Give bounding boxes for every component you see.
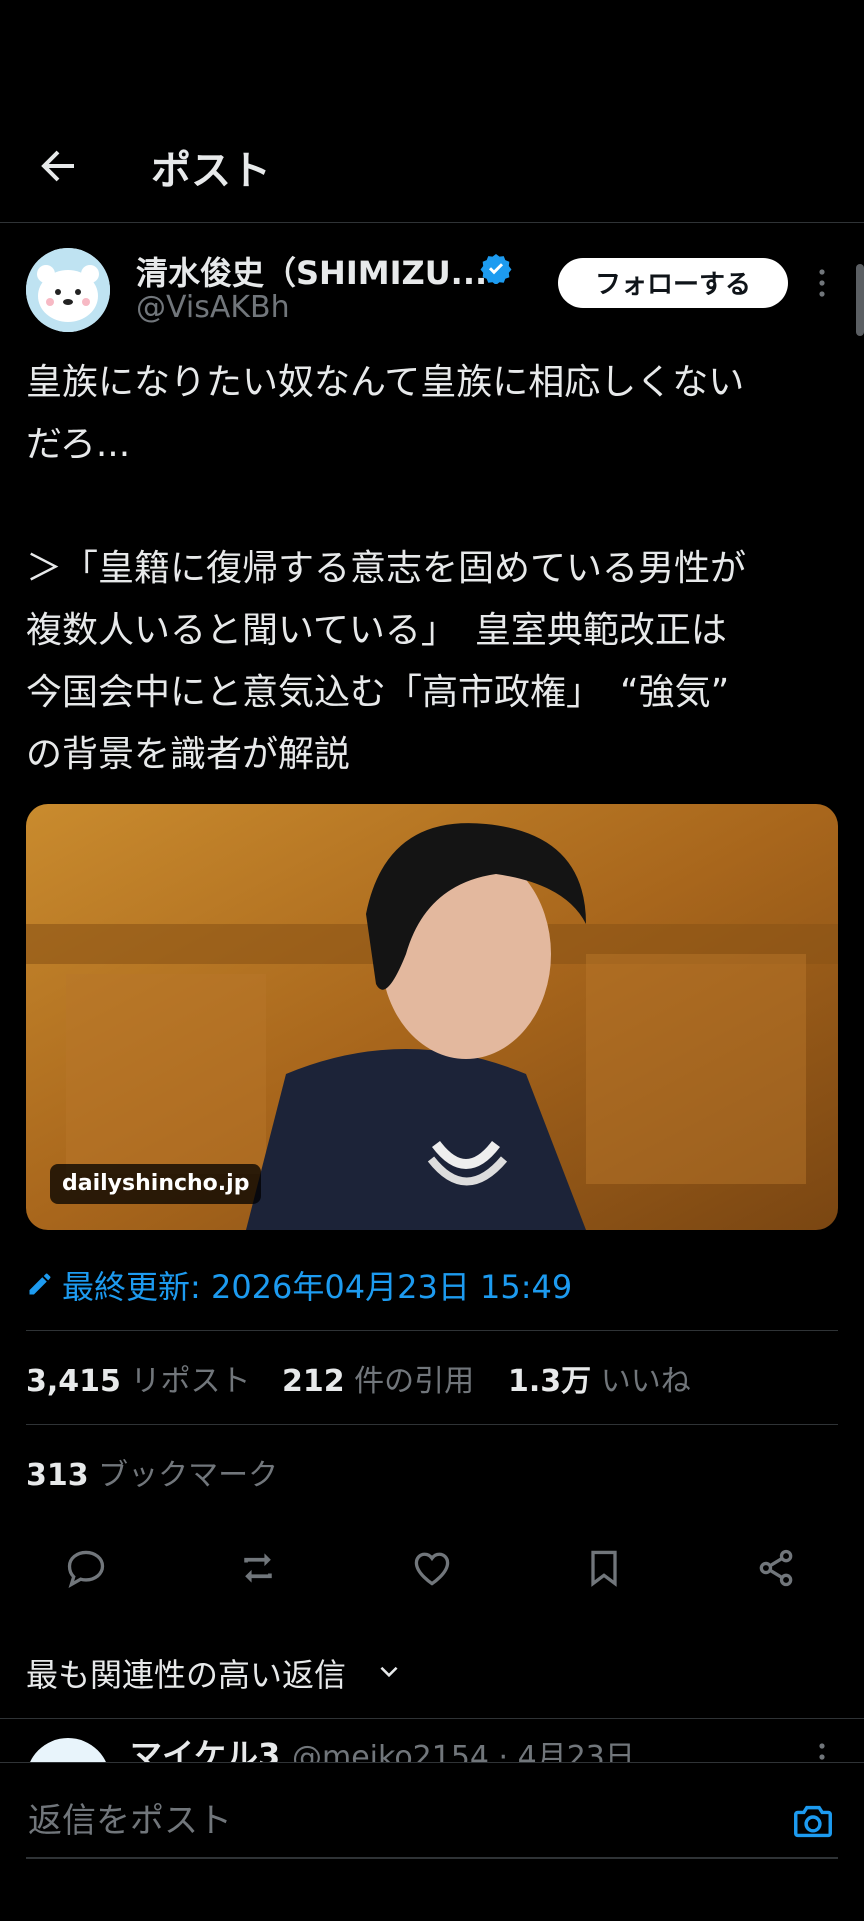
- divider: [0, 1718, 864, 1719]
- divider: [26, 1857, 838, 1859]
- repost-label: リポスト: [130, 1364, 251, 1399]
- reply-avatar[interactable]: [26, 1738, 110, 1762]
- quote-stat[interactable]: 212 件の引用: [282, 1356, 474, 1400]
- reply-compose-bar: [0, 1762, 864, 1921]
- author-handle[interactable]: @VisAKBh: [136, 290, 290, 325]
- quote-count: 212: [282, 1364, 345, 1399]
- arrow-left-icon[interactable]: [34, 142, 82, 190]
- reply-preview[interactable]: マイケル3 @meiko2154 · 4月23日: [0, 1720, 864, 1762]
- reply-input[interactable]: [26, 1801, 750, 1842]
- reply-icon[interactable]: [64, 1546, 108, 1590]
- reply-author-name[interactable]: マイケル3: [130, 1730, 280, 1762]
- verified-badge-icon: [480, 254, 512, 284]
- scrollbar[interactable]: [856, 264, 864, 336]
- edit-icon: [29, 1273, 51, 1295]
- like-icon[interactable]: [410, 1546, 454, 1590]
- camera-icon[interactable]: [790, 1799, 836, 1845]
- quote-label: 件の引用: [354, 1364, 475, 1399]
- last-updated[interactable]: 最終更新: 2026年04月23日 15:49: [62, 1262, 572, 1308]
- divider: [26, 1424, 838, 1425]
- bookmark-label: ブックマーク: [98, 1458, 279, 1493]
- share-icon[interactable]: [754, 1546, 798, 1590]
- bookmark-icon[interactable]: [582, 1546, 626, 1590]
- page-title: ポスト: [151, 148, 271, 194]
- avatar[interactable]: [26, 248, 110, 332]
- avatar-image: [26, 248, 110, 332]
- like-count: 1.3万: [508, 1364, 592, 1399]
- tweet-text: 皇族になりたい奴なんて皇族に相応しくない だろ... ＞「皇籍に復帰する意志を固…: [26, 362, 747, 775]
- repost-icon[interactable]: [236, 1546, 280, 1590]
- reply-meta: @meiko2154 · 4月23日: [292, 1740, 635, 1762]
- bookmark-count: 313: [26, 1458, 89, 1493]
- tweet-image[interactable]: dailyshincho.jp: [26, 804, 838, 1230]
- repost-stat[interactable]: 3,415 リポスト: [26, 1356, 250, 1400]
- like-label: いいね: [600, 1364, 691, 1399]
- link-source-label: dailyshincho.jp: [50, 1164, 262, 1204]
- bookmark-stat[interactable]: 313 ブックマーク: [26, 1450, 278, 1494]
- chevron-down-icon[interactable]: [376, 1658, 402, 1684]
- author-name[interactable]: 清水俊史（SHIMIZU...: [136, 248, 487, 294]
- more-options-icon[interactable]: [812, 266, 832, 300]
- more-options-icon[interactable]: [812, 1740, 832, 1762]
- divider: [26, 1330, 838, 1331]
- repost-count: 3,415: [26, 1364, 121, 1399]
- top-bar: ポスト: [0, 120, 864, 223]
- follow-button[interactable]: フォローする: [558, 258, 788, 308]
- reply-sort-selector[interactable]: 最も関連性の高い返信: [26, 1650, 346, 1696]
- like-stat[interactable]: 1.3万 いいね: [508, 1356, 691, 1400]
